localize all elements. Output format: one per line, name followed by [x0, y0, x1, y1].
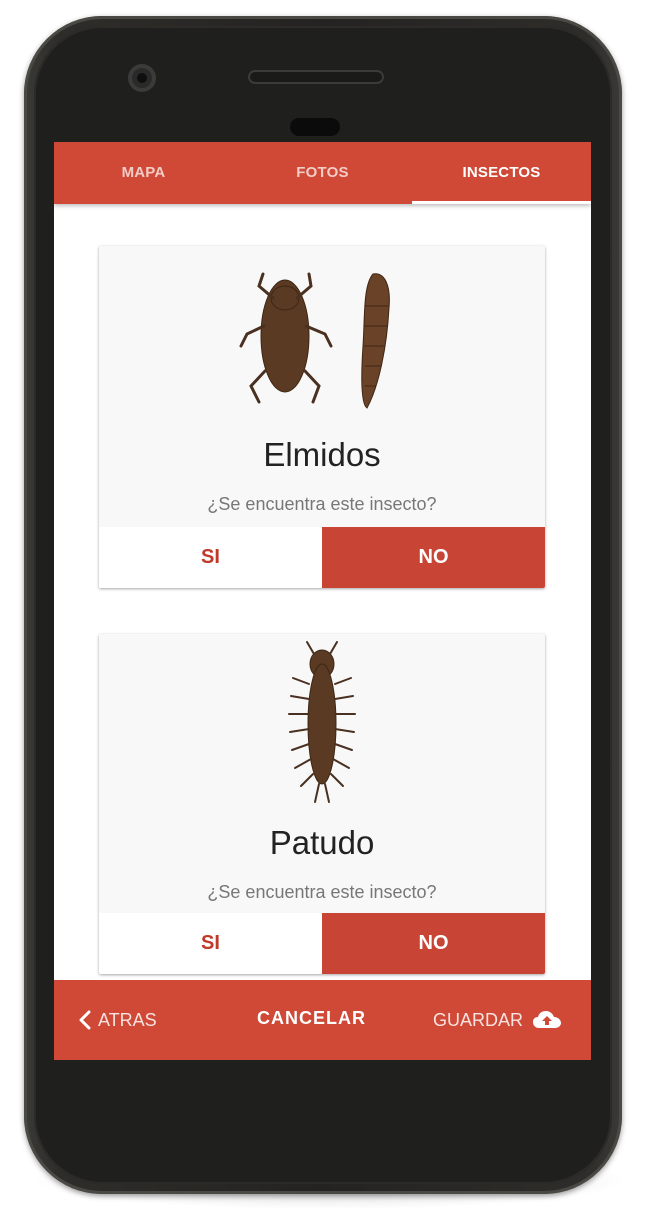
insect-question: ¿Se encuentra este insecto? — [207, 882, 437, 902]
insect-question: ¿Se encuentra este insecto? — [207, 494, 437, 514]
earpiece-speaker — [248, 70, 384, 84]
save-button[interactable]: GUARDAR — [433, 980, 561, 1060]
front-camera — [128, 64, 156, 92]
yes-button[interactable]: SI — [99, 527, 322, 588]
insect-name: Elmidos — [263, 436, 381, 473]
insect-card-patudo: Patudo ¿Se encuentra este insecto? SI NO — [99, 634, 545, 974]
app-screen: MAPA FOTOS INSECTOS Elmidos ¿Se encuentr… — [54, 142, 591, 1060]
tab-insectos[interactable]: INSECTOS — [412, 142, 591, 204]
elmidos-image — [239, 272, 390, 409]
no-button[interactable]: NO — [322, 913, 545, 974]
tab-fotos[interactable]: FOTOS — [233, 142, 412, 204]
bottom-bar: ATRAS CANCELAR GUARDAR — [54, 980, 591, 1060]
yes-button[interactable]: SI — [99, 913, 322, 974]
patudo-image — [288, 641, 356, 803]
insect-name: Patudo — [269, 824, 375, 861]
insect-card-elmidos: Elmidos ¿Se encuentra este insecto? SI N… — [99, 246, 545, 588]
card-actions: SI NO — [99, 527, 545, 588]
tab-mapa[interactable]: MAPA — [54, 142, 233, 204]
cloud-upload-icon — [533, 1011, 561, 1028]
no-button[interactable]: NO — [322, 527, 545, 588]
card-actions: SI NO — [99, 913, 545, 974]
tab-bar: MAPA FOTOS INSECTOS — [54, 142, 591, 204]
save-label: GUARDAR — [432, 1009, 523, 1030]
proximity-sensor — [290, 118, 340, 136]
insect-list[interactable]: Elmidos ¿Se encuentra este insecto? SI N… — [54, 204, 591, 980]
